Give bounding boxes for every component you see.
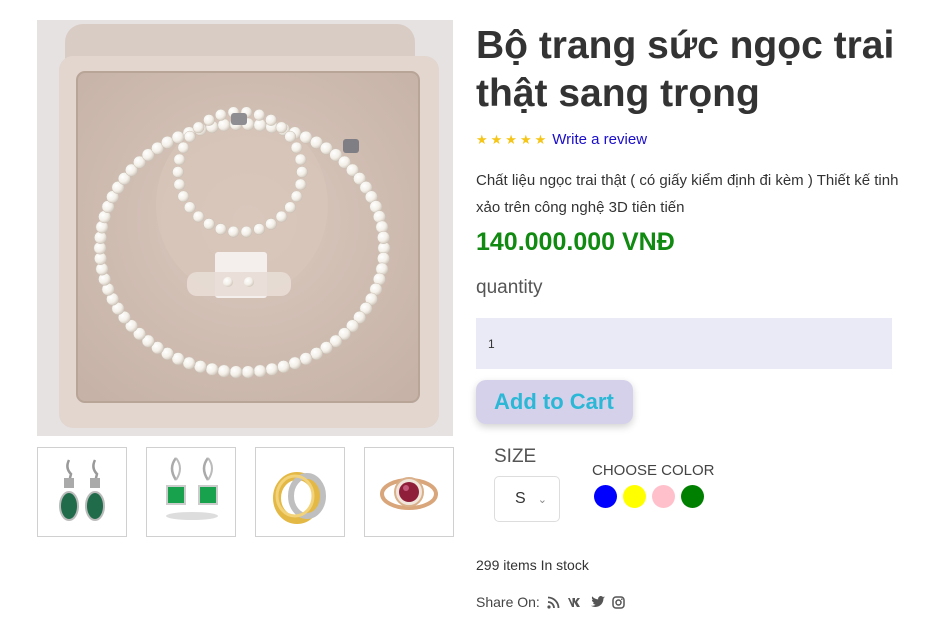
thumbnail-ruby-halo-ring[interactable] <box>364 447 454 537</box>
quantity-input[interactable] <box>476 318 892 369</box>
quantity-label: quantity <box>476 277 543 298</box>
twitter-icon[interactable] <box>590 596 605 608</box>
rss-icon[interactable] <box>547 596 560 609</box>
choose-color-label: CHOOSE COLOR <box>592 462 715 479</box>
write-review-link[interactable]: Write a review <box>552 131 647 148</box>
color-swatch-blue[interactable] <box>594 485 617 508</box>
emerald-teardrop-earrings-image <box>166 457 218 520</box>
thumbnail-gold-silver-ring[interactable] <box>255 447 345 537</box>
rating-stars-icon: ★★★★★ <box>476 131 550 147</box>
emerald-drop-earrings-image <box>59 459 105 521</box>
color-swatches <box>594 485 704 508</box>
product-title: Bộ trang sức ngọc trai thật sang trọng <box>476 24 895 115</box>
instagram-icon[interactable] <box>612 595 625 609</box>
color-swatch-green[interactable] <box>681 485 704 508</box>
chevron-down-icon: ⌄ <box>537 493 547 506</box>
main-product-image <box>37 20 453 436</box>
thumbnail-strip <box>37 447 454 537</box>
color-swatch-yellow[interactable] <box>623 485 646 508</box>
stock-status: 299 items In stock <box>476 557 589 573</box>
ruby-halo-ring-image <box>380 477 438 510</box>
product-price: 140.000.000 VNĐ <box>476 228 675 256</box>
share-label: Share On: <box>476 594 540 610</box>
thumbnail-emerald-teardrop-earrings[interactable] <box>146 447 236 537</box>
thumbnail-emerald-drop-earrings[interactable] <box>37 447 127 537</box>
share-bar: Share On: <box>476 594 625 610</box>
add-to-cart-button[interactable]: Add to Cart <box>476 380 633 424</box>
product-description: Chất liệu ngọc trai thật ( có giấy kiểm … <box>476 172 899 216</box>
gold-silver-ring-image <box>273 472 326 524</box>
size-label: SIZE <box>494 446 537 467</box>
color-swatch-pink[interactable] <box>652 485 675 508</box>
pearl-jewelry-set-image <box>37 20 453 436</box>
rating: ★★★★★ Write a review <box>476 131 647 148</box>
size-select[interactable]: S ⌄ <box>494 476 560 522</box>
vk-icon[interactable] <box>567 597 584 608</box>
size-selected-value: S <box>515 490 526 507</box>
